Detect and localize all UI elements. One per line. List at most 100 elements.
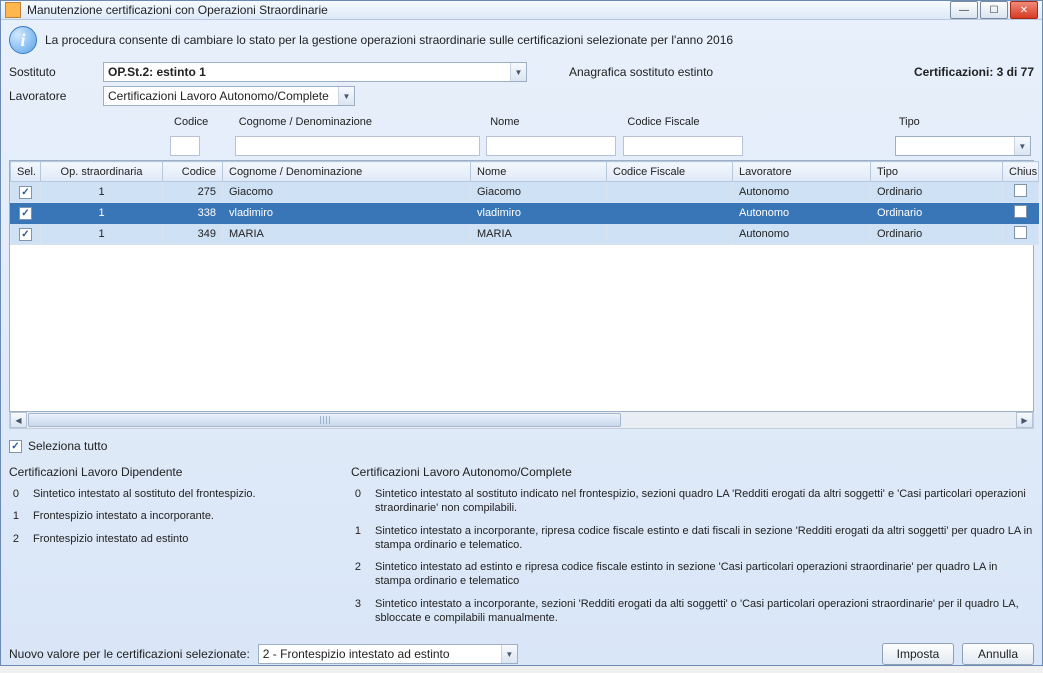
legend-item: 3Sintetico intestato a incorporante, sez… (351, 597, 1034, 626)
window-title: Manutenzione certificazioni con Operazio… (27, 3, 950, 17)
cell-cognome: vladimiro (223, 203, 471, 224)
filter-inputs: ▼ (9, 134, 1034, 156)
cell-cognome: MARIA (223, 224, 471, 245)
nuovo-valore-combo[interactable]: 2 - Frontespizio intestato ad estinto ▼ (258, 644, 518, 664)
certificazioni-count: Certificazioni: 3 di 77 (914, 65, 1034, 79)
grid-header-row: Sel. Op. straordinaria Codice Cognome / … (11, 162, 1039, 182)
cell-cognome: Giacomo (223, 182, 471, 203)
col-cognome[interactable]: Cognome / Denominazione (223, 162, 471, 182)
filter-codice-input[interactable] (170, 136, 200, 156)
row-chius-checkbox[interactable] (1014, 205, 1027, 218)
col-codice[interactable]: Codice (163, 162, 223, 182)
table-row[interactable]: ✓1349MARIAMARIAAutonomoOrdinario (11, 224, 1039, 245)
filter-cognome-label: Cognome / Denominazione (235, 116, 487, 128)
cell-op: 1 (41, 203, 163, 224)
cell-op: 1 (41, 224, 163, 245)
legend-dipendente: Certificazioni Lavoro Dipendente 0Sintet… (9, 465, 319, 633)
filter-cf-input[interactable] (623, 136, 743, 156)
cell-tipo: Ordinario (871, 224, 1003, 245)
cell-op: 1 (41, 182, 163, 203)
row-checkbox[interactable]: ✓ (19, 228, 32, 241)
chevron-down-icon: ▼ (1014, 137, 1030, 155)
annulla-button[interactable]: Annulla (962, 643, 1034, 665)
footer: Nuovo valore per le certificazioni selez… (9, 633, 1034, 665)
legend-item: 1Frontespizio intestato a incorporante. (9, 509, 319, 523)
grid-empty-area (10, 245, 1033, 411)
footer-label: Nuovo valore per le certificazioni selez… (9, 647, 250, 661)
window-controls: — ☐ ✕ (950, 1, 1038, 19)
cell-lavoratore: Autonomo (733, 203, 871, 224)
imposta-button[interactable]: Imposta (882, 643, 954, 665)
lavoratore-combo[interactable]: Certificazioni Lavoro Autonomo/Complete … (103, 86, 355, 106)
legend-item: 2Frontespizio intestato ad estinto (9, 532, 319, 546)
chevron-down-icon: ▼ (338, 87, 354, 105)
sostituto-value: OP.St.2: estinto 1 (108, 65, 206, 79)
cell-lavoratore: Autonomo (733, 224, 871, 245)
row-checkbox[interactable]: ✓ (19, 186, 32, 199)
filter-nome-label: Nome (486, 116, 623, 128)
cell-cf (607, 182, 733, 203)
select-all-checkbox[interactable]: ✓ (9, 440, 22, 453)
filter-tipo-combo[interactable]: ▼ (895, 136, 1031, 156)
legend-item: 0Sintetico intestato al sostituto del fr… (9, 487, 319, 501)
cell-lavoratore: Autonomo (733, 182, 871, 203)
cell-nome: MARIA (471, 224, 607, 245)
cell-nome: Giacomo (471, 182, 607, 203)
scroll-left-button[interactable]: ◀ (10, 412, 27, 428)
legend-dip-title: Certificazioni Lavoro Dipendente (9, 465, 319, 479)
col-lavoratore[interactable]: Lavoratore (733, 162, 871, 182)
info-banner: i La procedura consente di cambiare lo s… (9, 26, 1034, 54)
col-tipo[interactable]: Tipo (871, 162, 1003, 182)
sostituto-combo[interactable]: OP.St.2: estinto 1 ▼ (103, 62, 527, 82)
filter-cognome-input[interactable] (235, 136, 480, 156)
col-op[interactable]: Op. straordinaria (41, 162, 163, 182)
row-chius-checkbox[interactable] (1014, 184, 1027, 197)
col-nome[interactable]: Nome (471, 162, 607, 182)
filter-tipo-label: Tipo (895, 116, 1034, 128)
cell-codice: 349 (163, 224, 223, 245)
lavoratore-label: Lavoratore (9, 89, 95, 103)
cell-nome: vladimiro (471, 203, 607, 224)
col-sel[interactable]: Sel. (11, 162, 41, 182)
legend-area: Certificazioni Lavoro Dipendente 0Sintet… (9, 465, 1034, 633)
scroll-thumb[interactable] (28, 413, 621, 427)
titlebar[interactable]: Manutenzione certificazioni con Operazio… (1, 1, 1042, 20)
legend-item: 2Sintetico intestato ad estinto e ripres… (351, 560, 1034, 589)
cell-tipo: Ordinario (871, 182, 1003, 203)
chevron-down-icon: ▼ (510, 63, 526, 81)
cell-tipo: Ordinario (871, 203, 1003, 224)
select-all-label: Seleziona tutto (28, 439, 107, 453)
row-chius-checkbox[interactable] (1014, 226, 1027, 239)
info-icon: i (9, 26, 37, 54)
filter-cf-label: Codice Fiscale (623, 116, 752, 128)
chevron-down-icon: ▼ (501, 645, 517, 663)
close-button[interactable]: ✕ (1010, 1, 1038, 19)
sostituto-row: Sostituto OP.St.2: estinto 1 ▼ Anagrafic… (9, 62, 1034, 82)
horizontal-scrollbar[interactable]: ◀ ▶ (9, 412, 1034, 429)
app-icon (5, 2, 21, 18)
certifications-grid[interactable]: Sel. Op. straordinaria Codice Cognome / … (10, 161, 1039, 245)
minimize-button[interactable]: — (950, 1, 978, 19)
legend-item: 1Sintetico intestato a incorporante, rip… (351, 524, 1034, 553)
col-chius[interactable]: Chius (1003, 162, 1039, 182)
maximize-button[interactable]: ☐ (980, 1, 1008, 19)
cell-cf (607, 224, 733, 245)
table-row[interactable]: ✓1338vladimirovladimiroAutonomoOrdinario (11, 203, 1039, 224)
grid-container: Sel. Op. straordinaria Codice Cognome / … (9, 160, 1034, 412)
sostituto-label: Sostituto (9, 65, 95, 79)
lavoratore-value: Certificazioni Lavoro Autonomo/Complete (108, 89, 329, 103)
lavoratore-row: Lavoratore Certificazioni Lavoro Autonom… (9, 86, 1034, 106)
cell-cf (607, 203, 733, 224)
row-checkbox[interactable]: ✓ (19, 207, 32, 220)
table-row[interactable]: ✓1275GiacomoGiacomoAutonomoOrdinario (11, 182, 1039, 203)
select-all-row: ✓ Seleziona tutto (9, 439, 1034, 453)
scroll-right-button[interactable]: ▶ (1016, 412, 1033, 428)
cell-codice: 275 (163, 182, 223, 203)
filter-labels: Codice Cognome / Denominazione Nome Codi… (9, 116, 1034, 128)
legend-item: 0Sintetico intestato al sostituto indica… (351, 487, 1034, 516)
filter-nome-input[interactable] (486, 136, 616, 156)
content-area: i La procedura consente di cambiare lo s… (1, 20, 1042, 673)
legend-autonomo: Certificazioni Lavoro Autonomo/Complete … (351, 465, 1034, 633)
col-cf[interactable]: Codice Fiscale (607, 162, 733, 182)
filter-codice-label: Codice (170, 116, 235, 128)
